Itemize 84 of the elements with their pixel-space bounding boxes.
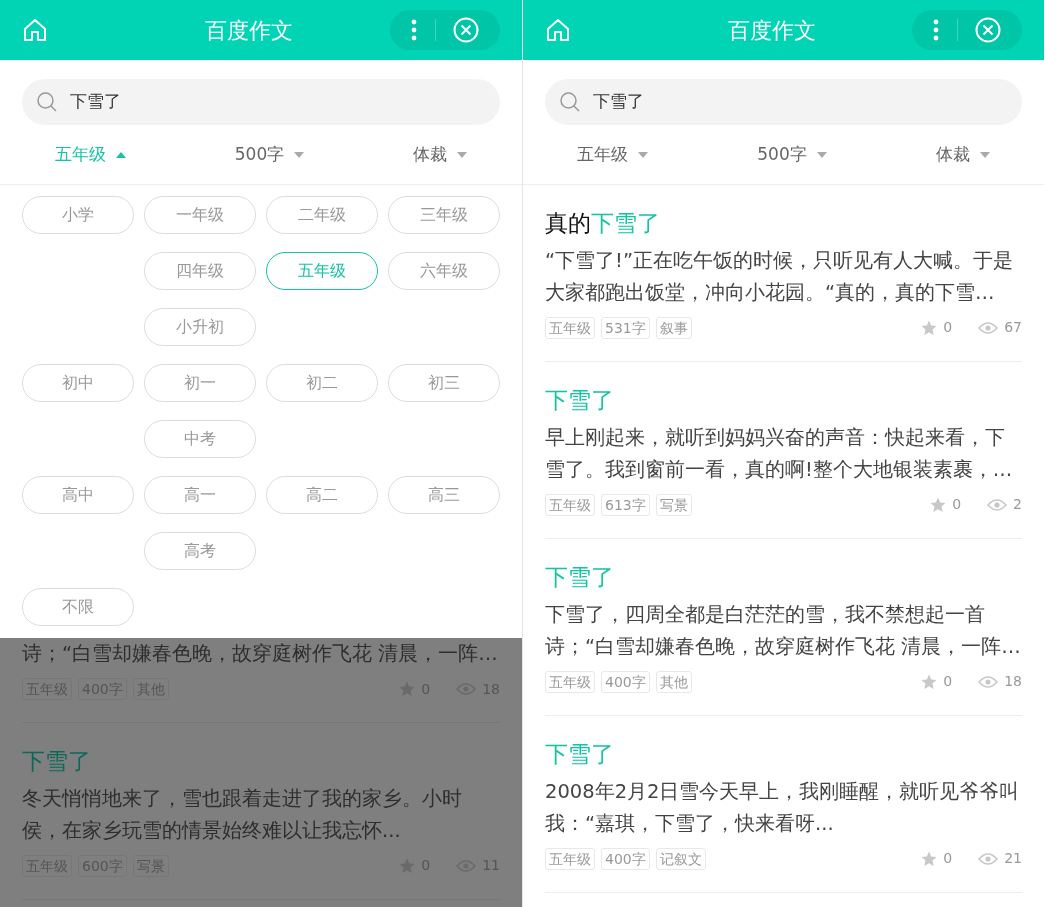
more-icon[interactable] bbox=[411, 19, 418, 41]
grade-chip[interactable]: 初二 bbox=[266, 364, 378, 402]
page-title: 百度作文 bbox=[726, 16, 817, 45]
caret-icon bbox=[816, 151, 827, 158]
filter-tab[interactable]: 体裁 bbox=[413, 141, 468, 168]
caret-icon bbox=[457, 151, 468, 158]
grade-chip[interactable]: 高二 bbox=[266, 476, 378, 514]
view-count: 18 bbox=[1004, 672, 1022, 692]
search-input[interactable]: 下雪了 bbox=[68, 88, 486, 116]
grade-chip[interactable]: 高中 bbox=[22, 476, 134, 514]
view-count: 21 bbox=[1004, 849, 1022, 869]
article-tag: 400字 bbox=[601, 670, 650, 693]
filter-tab[interactable]: 五年级 bbox=[54, 141, 126, 168]
view-count: 67 bbox=[1004, 318, 1022, 338]
article-excerpt: “下雪了!”正在吃午饭的时候，只听见有人大喊。于是大家都跑出饭堂，冲向小花园。“真的，真的下雪… bbox=[545, 247, 1015, 306]
article-excerpt: 下雪了，四周全都是白茫茫的雪，我不禁想起一首诗；“白雪却嫌春色晚，故穿庭树作飞花 清晨，一阵… bbox=[545, 601, 1022, 660]
grade-chip[interactable]: 中考 bbox=[144, 420, 256, 458]
article-excerpt: 早上刚起来，就听到妈妈兴奋的声音：快起来看，下雪了。我到窗前一看，真的啊!整个大地银装素裹，… bbox=[545, 424, 1014, 483]
filter-tab[interactable]: 500字 bbox=[234, 141, 305, 168]
grade-chip[interactable]: 不限 bbox=[22, 588, 134, 626]
filter-tab[interactable]: 500字 bbox=[757, 141, 827, 168]
close-icon[interactable] bbox=[452, 17, 479, 43]
article-tag: 记叙文 bbox=[655, 847, 706, 870]
article-excerpt: 诗；“白雪却嫌春色晚，故穿庭树作飞花 清晨，一阵… bbox=[22, 641, 499, 667]
grade-chip[interactable]: 三年级 bbox=[388, 196, 500, 234]
article-tag: 531字 bbox=[601, 316, 650, 339]
article-title[interactable]: 下雪了 bbox=[545, 562, 1022, 593]
grade-chip[interactable]: 六年级 bbox=[388, 252, 500, 290]
grade-chip[interactable]: 高三 bbox=[388, 476, 500, 514]
article-excerpt: 冬天悄悄地来了，雪也跟着走进了我的家乡。小时侯，在家乡玩雪的情景始终难以让我忘怀... bbox=[22, 785, 463, 844]
like-count: 0 bbox=[943, 849, 953, 869]
grade-chip[interactable]: 四年级 bbox=[144, 252, 256, 290]
article-tag: 写景 bbox=[655, 493, 692, 516]
search-field[interactable]: 下雪了 bbox=[22, 79, 500, 125]
filter-tab[interactable]: 体裁 bbox=[935, 141, 990, 168]
article-excerpt: 2008年2月2日雪今天早上，我刚睡醒，就听见爷爷叫我：“嘉琪，下雪了，快来看呀... bbox=[545, 778, 1021, 837]
grade-chip[interactable]: 高一 bbox=[144, 476, 256, 514]
home-icon[interactable] bbox=[22, 17, 48, 43]
grade-chip[interactable]: 初一 bbox=[144, 364, 256, 402]
close-icon[interactable] bbox=[974, 17, 1001, 43]
article-title[interactable]: 下雪了 bbox=[22, 747, 500, 777]
caret-icon bbox=[115, 151, 126, 158]
grade-chip[interactable]: 小升初 bbox=[144, 308, 256, 346]
article-tag: 五年级 bbox=[545, 847, 595, 870]
article-title[interactable]: 下雪了 bbox=[545, 385, 1022, 416]
search-field[interactable]: 下雪了 bbox=[545, 79, 1022, 125]
caret-icon bbox=[979, 151, 990, 158]
like-count: 0 bbox=[952, 495, 962, 515]
caret-icon bbox=[294, 151, 305, 158]
article-tag: 五年级 bbox=[545, 670, 595, 693]
grade-chip[interactable]: 小学 bbox=[22, 196, 134, 234]
star-icon bbox=[921, 673, 938, 690]
like-count: 0 bbox=[943, 672, 953, 692]
eye-icon bbox=[987, 497, 1008, 512]
page-title: 百度作文 bbox=[204, 16, 294, 45]
article-title[interactable]: 真的下雪了 bbox=[545, 209, 1022, 239]
article-tag: 五年级 bbox=[545, 493, 595, 516]
article-tag: 五年级 bbox=[545, 316, 595, 339]
grade-chip[interactable]: 高考 bbox=[144, 532, 256, 570]
more-icon[interactable] bbox=[933, 19, 940, 41]
grade-chip[interactable]: 初中 bbox=[22, 364, 134, 402]
eye-icon bbox=[978, 320, 999, 335]
grade-chip[interactable]: 二年级 bbox=[266, 196, 378, 234]
article-tag: 400字 bbox=[601, 847, 650, 870]
article-tag: 叙事 bbox=[655, 316, 692, 339]
caret-icon bbox=[638, 151, 649, 158]
search-input[interactable]: 下雪了 bbox=[591, 88, 1008, 116]
article-tag: 613字 bbox=[601, 493, 650, 516]
filter-tab[interactable]: 五年级 bbox=[577, 141, 649, 168]
article-tag: 其他 bbox=[655, 670, 692, 693]
eye-icon bbox=[978, 674, 999, 689]
search-icon bbox=[36, 91, 58, 113]
like-count: 0 bbox=[943, 318, 953, 338]
star-icon bbox=[921, 850, 938, 867]
star-icon bbox=[930, 496, 947, 513]
article-title[interactable]: 下雪了 bbox=[545, 739, 1022, 770]
grade-chip[interactable]: 初三 bbox=[388, 364, 500, 402]
grade-chip[interactable]: 五年级 bbox=[266, 252, 378, 290]
star-icon bbox=[921, 319, 938, 336]
grade-chip[interactable]: 一年级 bbox=[144, 196, 256, 234]
search-icon bbox=[559, 91, 581, 113]
eye-icon bbox=[978, 851, 999, 866]
view-count: 2 bbox=[1013, 495, 1022, 515]
home-icon[interactable] bbox=[545, 17, 571, 43]
